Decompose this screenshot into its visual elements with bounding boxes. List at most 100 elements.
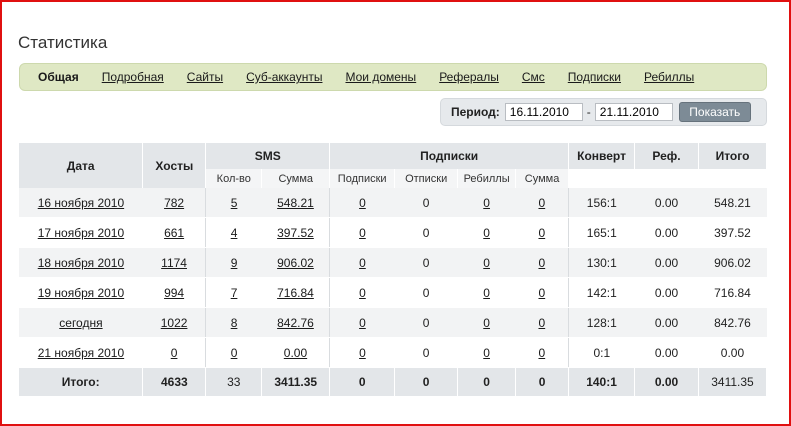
cell-sms-count-link[interactable]: 5 bbox=[231, 196, 238, 210]
cell-sms-count-link[interactable]: 8 bbox=[231, 316, 238, 330]
cell-unsubs: 0 bbox=[422, 225, 430, 240]
cell-subs-link[interactable]: 0 bbox=[359, 286, 366, 300]
cell-subs-sum-link[interactable]: 0 bbox=[538, 286, 545, 300]
cell-ref: 0.00 bbox=[654, 255, 679, 270]
cell-hosts-link[interactable]: 994 bbox=[164, 286, 184, 300]
cell-subs-sum-link[interactable]: 0 bbox=[538, 346, 545, 360]
col-sms-sum: Сумма bbox=[261, 169, 331, 188]
cell-conv: 0:1 bbox=[593, 345, 611, 360]
nav-item-sites[interactable]: Сайты bbox=[187, 70, 223, 84]
nav-item-rebills[interactable]: Ребиллы bbox=[644, 70, 694, 84]
cell-subs-link[interactable]: 0 bbox=[359, 316, 366, 330]
nav-item-subaccounts[interactable]: Суб-аккаунты bbox=[246, 70, 322, 84]
cell-unsubs: 0 bbox=[422, 195, 430, 210]
totals-label: Итого: bbox=[19, 367, 144, 396]
cell-rebills-link[interactable]: 0 bbox=[483, 256, 490, 270]
cell-conv: 165:1 bbox=[586, 225, 617, 240]
cell-sms-sum-link[interactable]: 397.52 bbox=[277, 226, 314, 240]
cell-sms-sum-link[interactable]: 842.76 bbox=[277, 316, 314, 330]
cell-sms-count-link[interactable]: 9 bbox=[231, 256, 238, 270]
show-button[interactable]: Показать bbox=[678, 102, 751, 122]
cell-subs-sum-link[interactable]: 0 bbox=[538, 196, 545, 210]
cell-date-link[interactable]: 21 ноября 2010 bbox=[38, 346, 124, 360]
table-row: 21 ноября 2010 0 0 0.00 0 0 0 0 0:1 0.00 0.00 bbox=[19, 337, 767, 368]
cell-conv: 142:1 bbox=[586, 285, 617, 300]
cell-sms-count-link[interactable]: 7 bbox=[231, 286, 238, 300]
cell-unsubs: 0 bbox=[422, 255, 430, 270]
cell-ref: 0.00 bbox=[654, 345, 679, 360]
cell-ref: 0.00 bbox=[654, 285, 679, 300]
col-total: Итого bbox=[698, 143, 768, 169]
col-date: Дата bbox=[19, 143, 144, 188]
cell-conv: 156:1 bbox=[586, 195, 617, 210]
cell-subs-sum-link[interactable]: 0 bbox=[538, 256, 545, 270]
totals-subs: 0 bbox=[329, 367, 396, 396]
table-row: 16 ноября 2010 782 5 548.21 0 0 0 0 156:1 0.00 548… bbox=[19, 188, 767, 218]
cell-total: 397.52 bbox=[714, 225, 751, 240]
nav-item-sms[interactable]: Смс bbox=[522, 70, 545, 84]
nav-item-general[interactable]: Общая bbox=[38, 70, 79, 84]
cell-rebills-link[interactable]: 0 bbox=[483, 316, 490, 330]
cell-rebills-link[interactable]: 0 bbox=[483, 196, 490, 210]
cell-hosts-link[interactable]: 0 bbox=[171, 346, 178, 360]
cell-date-link[interactable]: 18 ноября 2010 bbox=[38, 256, 124, 270]
cell-date-link[interactable]: 16 ноября 2010 bbox=[38, 196, 124, 210]
col-sms-count: Кол-во bbox=[205, 169, 263, 188]
nav-item-detailed[interactable]: Подробная bbox=[102, 70, 164, 84]
nav-bar: Общая Подробная Сайты Суб-аккаунты Мои д… bbox=[19, 63, 767, 91]
cell-rebills-link[interactable]: 0 bbox=[483, 286, 490, 300]
cell-hosts-link[interactable]: 782 bbox=[164, 196, 184, 210]
totals-sms-count: 33 bbox=[205, 367, 263, 396]
col-rebills: Ребиллы bbox=[457, 169, 517, 188]
table-row: 19 ноября 2010 994 7 716.84 0 0 0 0 142:1 0.00 716… bbox=[19, 277, 767, 308]
cell-date-link[interactable]: сегодня bbox=[59, 316, 102, 330]
table-row: 17 ноября 2010 661 4 397.52 0 0 0 0 165:1 0.00 397… bbox=[19, 217, 767, 248]
table-body: 16 ноября 2010 782 5 548.21 0 0 0 0 156:1 0.00 548… bbox=[19, 188, 767, 368]
table-row: 18 ноября 2010 1174 9 906.02 0 0 0 0 130:1 0.00 90… bbox=[19, 247, 767, 278]
cell-rebills-link[interactable]: 0 bbox=[483, 226, 490, 240]
nav-item-domains[interactable]: Мои домены bbox=[345, 70, 416, 84]
totals-total: 3411.35 bbox=[698, 367, 768, 396]
cell-subs-link[interactable]: 0 bbox=[359, 226, 366, 240]
totals-rebills: 0 bbox=[457, 367, 517, 396]
cell-ref: 0.00 bbox=[654, 315, 679, 330]
cell-sms-count-link[interactable]: 0 bbox=[231, 346, 238, 360]
cell-date-link[interactable]: 17 ноября 2010 bbox=[38, 226, 124, 240]
col-ref: Реф. bbox=[634, 143, 699, 169]
cell-subs-sum-link[interactable]: 0 bbox=[538, 316, 545, 330]
cell-subs-sum-link[interactable]: 0 bbox=[538, 226, 545, 240]
table-row: сегодня 1022 8 842.76 0 0 0 0 128:1 0.00 842.76 bbox=[19, 307, 767, 338]
cell-ref: 0.00 bbox=[654, 195, 679, 210]
nav-item-subscriptions[interactable]: Подписки bbox=[568, 70, 621, 84]
cell-unsubs: 0 bbox=[422, 345, 430, 360]
cell-total: 548.21 bbox=[714, 195, 751, 210]
cell-sms-count-link[interactable]: 4 bbox=[231, 226, 238, 240]
cell-total: 0.00 bbox=[720, 345, 745, 360]
cell-subs-link[interactable]: 0 bbox=[359, 256, 366, 270]
page-title: Статистика bbox=[18, 33, 108, 52]
period-dash: - bbox=[586, 105, 591, 119]
cell-unsubs: 0 bbox=[422, 285, 430, 300]
cell-sms-sum-link[interactable]: 716.84 bbox=[277, 286, 314, 300]
nav-item-referrals[interactable]: Рефералы bbox=[439, 70, 499, 84]
period-from-input[interactable] bbox=[504, 103, 583, 121]
cell-conv: 130:1 bbox=[586, 255, 617, 270]
cell-subs-link[interactable]: 0 bbox=[359, 196, 366, 210]
cell-sms-sum-link[interactable]: 548.21 bbox=[277, 196, 314, 210]
cell-subs-link[interactable]: 0 bbox=[359, 346, 366, 360]
cell-sms-sum-link[interactable]: 0.00 bbox=[284, 346, 307, 360]
cell-hosts-link[interactable]: 661 bbox=[164, 226, 184, 240]
totals-sms-sum: 3411.35 bbox=[261, 367, 331, 396]
period-filter: Период: - Показать bbox=[440, 98, 767, 126]
cell-date-link[interactable]: 19 ноября 2010 bbox=[38, 286, 124, 300]
cell-conv: 128:1 bbox=[586, 315, 617, 330]
stats-table: Дата Хосты SMS Подписки Конверт Реф. Ито… bbox=[19, 143, 768, 396]
cell-hosts-link[interactable]: 1022 bbox=[161, 316, 188, 330]
period-to-input[interactable] bbox=[594, 103, 673, 121]
totals-row: Итого: 4633 33 3411.35 0 0 0 0 140:1 0.0… bbox=[19, 367, 768, 396]
cell-rebills-link[interactable]: 0 bbox=[483, 346, 490, 360]
totals-hosts: 4633 bbox=[142, 367, 207, 396]
cell-sms-sum-link[interactable]: 906.02 bbox=[277, 256, 314, 270]
cell-hosts-link[interactable]: 1174 bbox=[161, 256, 187, 270]
period-label: Период: bbox=[451, 105, 500, 119]
